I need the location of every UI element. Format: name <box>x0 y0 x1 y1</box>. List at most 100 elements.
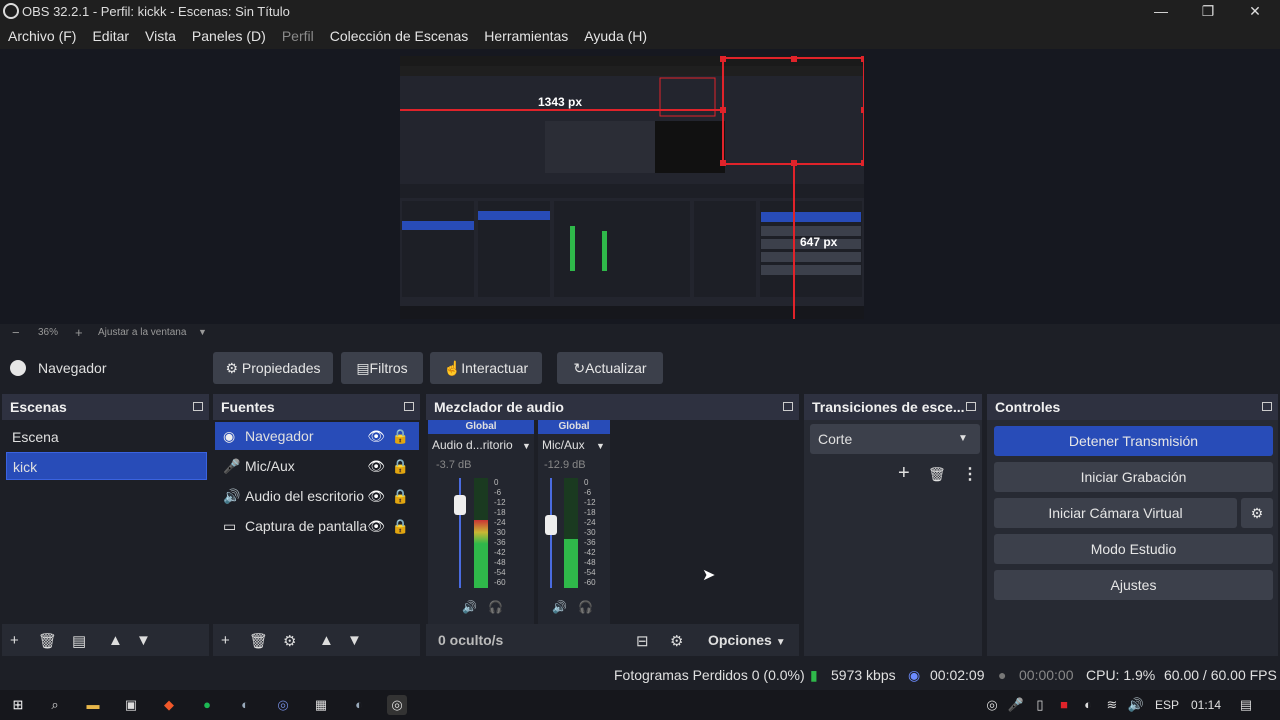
source-item[interactable]: 🔊 Audio del escritorio 👁 🔒 <box>215 482 419 510</box>
level-meter-fill <box>474 519 488 588</box>
source-item[interactable]: 🎤 Mic/Aux 👁 🔒 <box>215 452 419 480</box>
lock-icon[interactable]: 🔒 <box>392 482 409 510</box>
menu-tools[interactable]: Herramientas <box>484 23 568 49</box>
transitions-dock: Transiciones de esce... Corte ▼ + 🗑 ⋮ <box>804 394 982 656</box>
hidden-count[interactable]: 0 oculto/s <box>438 632 503 648</box>
add-icon[interactable]: + <box>221 632 230 649</box>
channel-name[interactable]: Mic/Aux <box>542 438 585 452</box>
undock-icon[interactable] <box>966 402 976 411</box>
volume-slider-handle[interactable] <box>454 495 466 515</box>
speaker-icon[interactable]: 🔊 <box>552 600 567 614</box>
steam-tray-icon[interactable]: ◐ <box>1078 695 1098 715</box>
source-name: Mic/Aux <box>245 458 295 474</box>
virtual-camera-settings-icon[interactable]: ⚙ <box>1241 498 1273 528</box>
tray-app-icon[interactable]: ■ <box>1054 695 1074 715</box>
obs-tray-icon[interactable]: ◎ <box>982 695 1002 715</box>
wifi-icon[interactable]: ≋ <box>1102 695 1122 715</box>
volume-icon[interactable]: 🔊 <box>1126 695 1146 715</box>
scene-item-selected[interactable]: kick <box>6 452 207 480</box>
maximize-icon[interactable]: ❐ <box>1185 0 1231 23</box>
more-icon[interactable]: ⋮ <box>962 464 978 484</box>
close-icon[interactable]: ✕ <box>1232 0 1278 23</box>
windows-start-icon[interactable]: ⊞ <box>8 695 28 715</box>
notifications-icon[interactable]: ▤ <box>1236 695 1256 715</box>
eye-icon[interactable]: 👁 <box>367 422 385 450</box>
trash-icon[interactable]: 🗑 <box>928 466 946 483</box>
source-item[interactable]: ◉ Navegador 👁 🔒 <box>215 422 419 450</box>
spotify-icon[interactable]: ● <box>197 695 217 715</box>
options-button[interactable]: Opciones ▼ <box>708 632 786 648</box>
clock[interactable]: 01:14 <box>1191 698 1221 712</box>
store-icon[interactable]: ▣ <box>121 695 141 715</box>
eye-icon[interactable]: 👁 <box>367 482 385 510</box>
folder-icon[interactable]: ▬ <box>83 695 103 715</box>
headphones-icon[interactable]: 🎧 <box>578 600 593 614</box>
undock-icon[interactable] <box>1262 402 1272 411</box>
preview-width-label: 1343 px <box>538 95 582 109</box>
filter-icon[interactable]: ▤ <box>72 632 86 650</box>
trash-icon[interactable]: 🗑 <box>249 632 268 650</box>
scene-item[interactable]: Escena <box>6 423 207 451</box>
channel-menu-icon[interactable]: ▼ <box>596 441 605 451</box>
menu-docks[interactable]: Paneles (D) <box>192 23 266 49</box>
interact-button[interactable]: ☝Interactuar <box>430 352 542 384</box>
eye-icon[interactable]: 👁 <box>367 512 385 540</box>
app-icon[interactable]: ▦ <box>311 695 331 715</box>
stop-stream-button[interactable]: Detener Transmisión <box>994 426 1273 456</box>
add-icon[interactable]: + <box>10 632 19 649</box>
undock-icon[interactable] <box>404 402 414 411</box>
add-icon[interactable]: + <box>898 462 910 485</box>
eye-icon[interactable]: 👁 <box>367 452 385 480</box>
speaker-icon[interactable]: 🔊 <box>462 600 477 614</box>
taskbar: ⊞ ⌕ ▬ ▣ ◆ ● ◐ ◎ ▦ ◐ ◎ ◎ 🎤 ▯ ■ ◐ ≋ 🔊 ESP … <box>0 690 1280 720</box>
refresh-button[interactable]: ↻Actualizar <box>557 352 663 384</box>
zoom-dropdown-icon[interactable]: ▼ <box>198 327 207 337</box>
arrow-up-icon[interactable]: ▲ <box>319 632 334 649</box>
undock-icon[interactable] <box>783 402 793 411</box>
start-virtual-camera-button[interactable]: Iniciar Cámara Virtual <box>994 498 1237 528</box>
zoom-out-icon[interactable]: − <box>12 325 20 340</box>
menu-scene-collection[interactable]: Colección de Escenas <box>330 23 469 49</box>
channel-name[interactable]: Audio d...ritorio <box>432 438 513 452</box>
steam-icon[interactable]: ◐ <box>235 695 255 715</box>
start-recording-button[interactable]: Iniciar Grabación <box>994 462 1273 492</box>
menu-edit[interactable]: Editar <box>92 23 129 49</box>
zoom-in-icon[interactable]: + <box>75 325 83 340</box>
properties-label: Propiedades <box>241 360 321 376</box>
battery-icon[interactable]: ▯ <box>1030 695 1050 715</box>
search-icon[interactable]: ⌕ <box>45 695 65 715</box>
studio-mode-button[interactable]: Modo Estudio <box>994 534 1273 564</box>
source-item[interactable]: ▭ Captura de pantalla 👁 🔒 <box>215 512 419 540</box>
brave-icon[interactable]: ◆ <box>159 695 179 715</box>
lock-icon[interactable]: 🔒 <box>392 422 409 450</box>
obs-icon[interactable]: ◎ <box>387 695 407 715</box>
properties-button[interactable]: ⚙ Propiedades <box>213 352 333 384</box>
undock-icon[interactable] <box>193 402 203 411</box>
menu-view[interactable]: Vista <box>145 23 176 49</box>
menu-profile[interactable]: Perfil <box>282 23 314 49</box>
trash-icon[interactable]: 🗑 <box>38 632 57 650</box>
menu-file[interactable]: Archivo (F) <box>8 23 76 49</box>
headphones-icon[interactable]: 🎧 <box>488 600 503 614</box>
arrow-down-icon[interactable]: ▼ <box>347 632 362 649</box>
channel-menu-icon[interactable]: ▼ <box>522 441 531 451</box>
advanced-audio-icon[interactable]: ⚙ <box>670 632 683 650</box>
arrow-up-icon[interactable]: ▲ <box>108 632 123 649</box>
lock-icon[interactable]: 🔒 <box>392 512 409 540</box>
arrow-down-icon[interactable]: ▼ <box>136 632 151 649</box>
layout-icon[interactable]: ⊟ <box>636 632 649 650</box>
gear-icon[interactable]: ⚙ <box>283 632 296 650</box>
transition-select[interactable]: Corte ▼ <box>810 424 980 454</box>
filters-button[interactable]: ▤Filtros <box>341 352 423 384</box>
volume-slider-handle[interactable] <box>545 515 557 535</box>
discord-icon[interactable]: ◎ <box>273 695 293 715</box>
lock-icon[interactable]: 🔒 <box>392 452 409 480</box>
microphone-icon[interactable]: 🎤 <box>1006 695 1026 715</box>
language-indicator[interactable]: ESP <box>1155 698 1179 712</box>
menu-help[interactable]: Ayuda (H) <box>584 23 647 49</box>
steam-icon[interactable]: ◐ <box>349 695 369 715</box>
settings-button[interactable]: Ajustes <box>994 570 1273 600</box>
fit-to-window[interactable]: Ajustar a la ventana <box>98 327 186 338</box>
minimize-icon[interactable]: — <box>1138 0 1184 23</box>
preview-canvas[interactable]: 1343 px 647 px <box>400 56 864 319</box>
